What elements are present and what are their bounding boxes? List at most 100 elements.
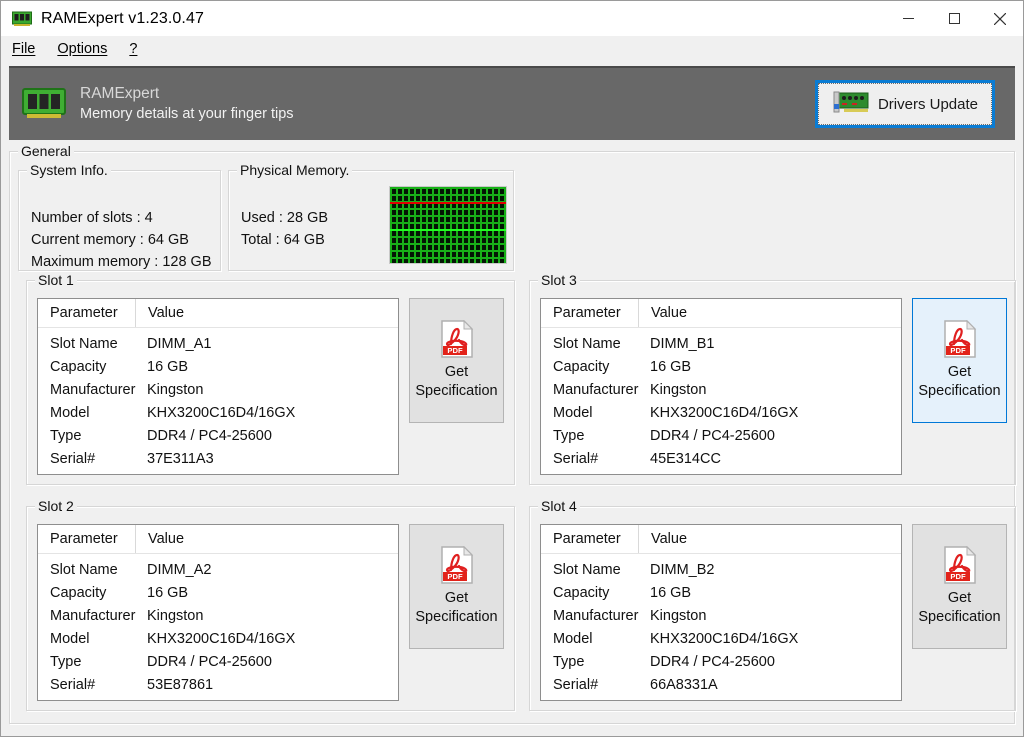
general-group: General System Info. Number of slots : 4… — [9, 144, 1016, 724]
table-row: Serial# 45E314CC — [541, 447, 901, 470]
table-row: Manufacturer Kingston — [541, 604, 901, 627]
get-specification-button[interactable]: PDF Get Specification — [409, 524, 504, 649]
spec-label-line1: Get — [947, 364, 972, 380]
get-specification-button[interactable]: PDF Get Specification — [912, 298, 1007, 423]
spec-label-line2: Specification — [415, 609, 498, 625]
row-parameter: Model — [553, 630, 593, 647]
row-value: DDR4 / PC4-25600 — [147, 653, 272, 670]
table-row: Manufacturer Kingston — [38, 604, 398, 627]
slot-group-title: Slot 1 — [35, 273, 77, 288]
maximize-icon[interactable] — [931, 1, 977, 36]
menu-item-file[interactable]: File — [10, 40, 37, 58]
physical-memory-lines: Used : 28 GB Total : 64 GB — [241, 207, 328, 251]
menu-item-help[interactable]: ? — [127, 40, 139, 58]
table-row: Model KHX3200C16D4/16GX — [38, 401, 398, 424]
table-row: Capacity 16 GB — [541, 581, 901, 604]
pdf-icon: PDF — [440, 319, 474, 358]
system-info-group: System Info. Number of slots : 4 Current… — [18, 163, 221, 273]
menu-item-options[interactable]: Options — [55, 40, 109, 58]
row-parameter: Slot Name — [553, 335, 621, 352]
minimize-icon[interactable] — [885, 1, 931, 36]
row-parameter: Manufacturer — [50, 381, 136, 398]
ram-module-icon — [12, 11, 32, 27]
table-row: Model KHX3200C16D4/16GX — [38, 627, 398, 650]
row-value: KHX3200C16D4/16GX — [650, 630, 799, 647]
row-value: KHX3200C16D4/16GX — [147, 404, 296, 421]
svg-text:PDF: PDF — [950, 572, 966, 581]
row-value: Kingston — [650, 607, 707, 624]
pdf-icon: PDF — [943, 319, 977, 358]
physical-memory-title: Physical Memory. — [237, 163, 353, 178]
row-parameter: Capacity — [50, 584, 107, 601]
row-value: KHX3200C16D4/16GX — [147, 630, 296, 647]
table-row: Type DDR4 / PC4-25600 — [541, 650, 901, 673]
table-row: Model KHX3200C16D4/16GX — [541, 627, 901, 650]
row-value: Kingston — [147, 381, 204, 398]
system-info-line: Current memory : 64 GB — [31, 232, 189, 248]
table-row: Slot Name DIMM_A1 — [38, 332, 398, 355]
close-icon[interactable] — [977, 1, 1023, 36]
banner-subtitle: Memory details at your finger tips — [80, 106, 294, 122]
row-value: DIMM_B2 — [650, 561, 715, 578]
row-parameter: Model — [50, 630, 90, 647]
slot-group-title: Slot 3 — [538, 273, 580, 288]
table-body: Slot Name DIMM_B1 Capacity 16 GB Manufactu… — [541, 328, 901, 470]
drivers-update-focus-rect: Drivers Update — [818, 83, 992, 125]
row-parameter: Manufacturer — [553, 381, 639, 398]
svg-text:PDF: PDF — [447, 346, 463, 355]
table-row: Slot Name DIMM_A2 — [38, 558, 398, 581]
get-specification-label: Get Specification — [415, 589, 497, 627]
row-parameter: Model — [553, 404, 593, 421]
get-specification-button[interactable]: PDF Get Specification — [912, 524, 1007, 649]
row-value: DIMM_B1 — [650, 335, 715, 352]
system-info-title: System Info. — [27, 163, 111, 178]
row-parameter: Serial# — [553, 450, 599, 467]
row-value: DDR4 / PC4-25600 — [650, 653, 775, 670]
physical-memory-group: Physical Memory. Used : 28 GB Total : 64… — [228, 163, 514, 271]
row-parameter: Model — [50, 404, 90, 421]
row-value: DDR4 / PC4-25600 — [147, 427, 272, 444]
table-row: Capacity 16 GB — [541, 355, 901, 378]
drivers-update-button[interactable]: Drivers Update — [815, 80, 995, 128]
row-parameter: Serial# — [50, 450, 96, 467]
table-row: Slot Name DIMM_B2 — [541, 558, 901, 581]
table-row: Capacity 16 GB — [38, 355, 398, 378]
table-row: Capacity 16 GB — [38, 581, 398, 604]
column-header-parameter: Parameter — [50, 305, 118, 321]
ram-module-icon — [22, 87, 66, 121]
physical-memory-line: Used : 28 GB — [241, 210, 329, 226]
menu-bar: File Options ? — [1, 36, 1023, 61]
row-parameter: Capacity — [553, 584, 610, 601]
table-row: Slot Name DIMM_B1 — [541, 332, 901, 355]
table-body: Slot Name DIMM_A1 Capacity 16 GB Manufactu… — [38, 328, 398, 470]
table-header-row: Parameter Value — [541, 299, 901, 328]
app-banner: RAMExpert Memory details at your finger … — [9, 66, 1015, 140]
row-value: DDR4 / PC4-25600 — [650, 427, 775, 444]
row-parameter: Type — [553, 427, 585, 444]
system-info-lines: Number of slots : 4 Current memory : 64 … — [31, 207, 212, 273]
table-header-row: Parameter Value — [38, 525, 398, 554]
row-value: 53E87861 — [147, 676, 214, 693]
spec-label-line1: Get — [444, 364, 469, 380]
row-value: KHX3200C16D4/16GX — [650, 404, 799, 421]
row-parameter: Type — [553, 653, 585, 670]
table-row: Model KHX3200C16D4/16GX — [541, 401, 901, 424]
get-specification-label: Get Specification — [918, 363, 1000, 401]
table-row: Serial# 53E87861 — [38, 673, 398, 696]
table-row: Type DDR4 / PC4-25600 — [38, 650, 398, 673]
row-parameter: Slot Name — [50, 335, 118, 352]
row-value: 16 GB — [650, 358, 692, 375]
table-row: Type DDR4 / PC4-25600 — [541, 424, 901, 447]
spec-label-line2: Specification — [918, 609, 1001, 625]
column-header-value: Value — [638, 525, 901, 553]
table-row: Type DDR4 / PC4-25600 — [38, 424, 398, 447]
memory-grid-cells — [390, 187, 506, 263]
get-specification-label: Get Specification — [918, 589, 1000, 627]
system-info-line: Number of slots : 4 — [31, 210, 153, 226]
memory-used-marker — [390, 202, 506, 205]
spec-label-line1: Get — [947, 590, 972, 606]
pdf-icon: PDF — [440, 545, 474, 584]
column-header-parameter: Parameter — [553, 305, 621, 321]
get-specification-button[interactable]: PDF Get Specification — [409, 298, 504, 423]
expansion-card-icon — [832, 90, 870, 118]
